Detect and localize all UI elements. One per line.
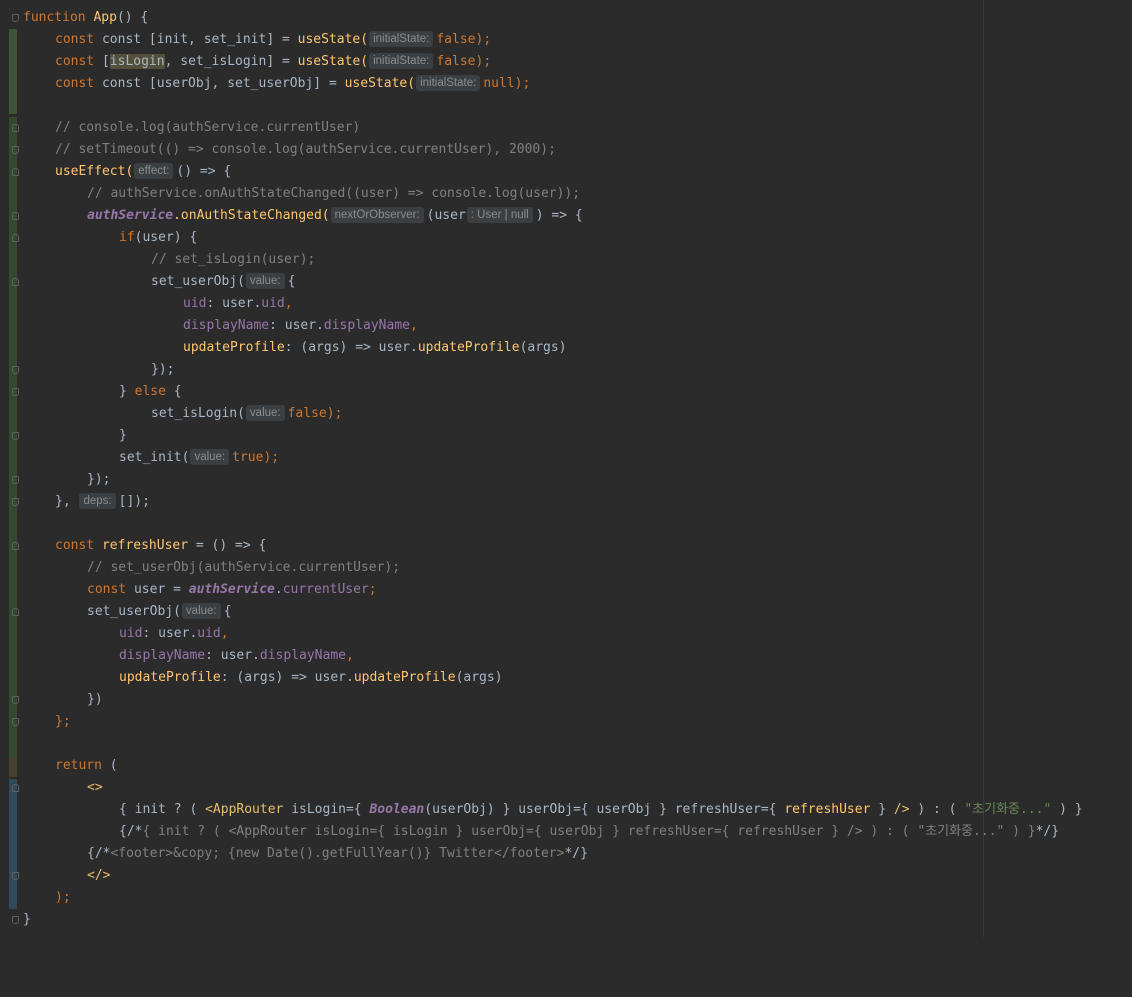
parameter-hint: initialState: — [369, 53, 434, 69]
code-line[interactable]: uid: user.uid, — [0, 293, 293, 315]
code-line[interactable]: if(user) { — [0, 227, 197, 249]
code-line[interactable]: }); — [0, 469, 110, 491]
code-line[interactable]: return ( — [0, 755, 118, 777]
parameter-hint: effect: — [134, 163, 174, 179]
code-line[interactable]: {/*{ init ? ( <AppRouter isLogin={ isLog… — [0, 821, 1059, 843]
parameter-hint: value: — [245, 405, 285, 421]
code-line[interactable]: // console.log(authService.currentUser) — [0, 117, 360, 139]
code-line[interactable]: </> — [0, 865, 110, 887]
code-line[interactable]: }); — [0, 359, 174, 381]
code-line[interactable]: function App() { — [0, 7, 148, 29]
code-line[interactable]: ); — [0, 887, 71, 909]
code-line[interactable]: set_isLogin(value: false); — [0, 403, 342, 425]
code-line[interactable]: // set_userObj(authService.currentUser); — [0, 557, 400, 579]
code-line[interactable]: }; — [0, 711, 71, 733]
fold-toggle-icon[interactable] — [12, 916, 19, 924]
code-line[interactable]: { init ? ( <AppRouter isLogin={ Boolean(… — [0, 799, 1083, 821]
code-text: useState( — [297, 32, 369, 47]
fold-toggle-icon[interactable] — [12, 608, 19, 616]
code-line[interactable]: displayName: user.displayName, — [0, 645, 354, 667]
fold-toggle-icon[interactable] — [12, 234, 19, 242]
code-line[interactable]: // authService.onAuthStateChanged((user)… — [0, 183, 580, 205]
code-text: const [init, set_init] = — [101, 32, 298, 47]
code-line[interactable]: const [isLogin, set_isLogin] = useState(… — [0, 51, 491, 73]
code-line[interactable]: } — [0, 425, 127, 447]
highlighted-identifier[interactable]: isLogin — [109, 54, 165, 69]
parameter-hint: deps: — [79, 493, 116, 509]
code-line[interactable]: updateProfile: (args) => user.updateProf… — [0, 337, 567, 359]
fold-toggle-icon[interactable] — [12, 168, 19, 176]
fold-toggle-icon[interactable] — [12, 476, 19, 484]
code-line[interactable]: authService.onAuthStateChanged(nextOrObs… — [0, 205, 583, 227]
code-line[interactable]: const user = authService.currentUser; — [0, 579, 377, 601]
comment: { init ? ( <AppRouter isLogin={ isLogin … — [142, 824, 1036, 839]
fold-toggle-icon[interactable] — [12, 124, 19, 132]
fold-toggle-icon[interactable] — [12, 366, 19, 374]
comment: // setTimeout(() => console.log(authServ… — [55, 142, 556, 157]
code-line[interactable]: {/*<footer>&copy; {new Date().getFullYea… — [0, 843, 588, 865]
code-editor[interactable]: function App() { const const [init, set_… — [0, 0, 1132, 937]
comment: // authService.onAuthStateChanged((user)… — [87, 186, 581, 201]
code-line[interactable]: } else { — [0, 381, 182, 403]
code-line[interactable]: displayName: user.displayName, — [0, 315, 418, 337]
fold-toggle-icon[interactable] — [12, 146, 19, 154]
parameter-hint: nextOrObserver: — [330, 207, 424, 223]
parameter-hint: value: — [190, 449, 230, 465]
code-line[interactable]: // set_isLogin(user); — [0, 249, 315, 271]
fold-toggle-icon[interactable] — [12, 542, 19, 550]
code-line[interactable]: // setTimeout(() => console.log(authServ… — [0, 139, 556, 161]
fold-toggle-icon[interactable] — [12, 718, 19, 726]
type-hint: : User | null — [466, 207, 533, 223]
fold-toggle-icon[interactable] — [12, 278, 19, 286]
fold-toggle-icon[interactable] — [12, 212, 19, 220]
comment: // set_isLogin(user); — [151, 252, 316, 267]
comment: // set_userObj(authService.currentUser); — [87, 560, 401, 575]
code-line[interactable]: set_userObj(value:{ — [0, 271, 295, 293]
function-name: App — [93, 10, 117, 25]
parameter-hint: value: — [181, 603, 221, 619]
code-line[interactable]: set_init(value: true); — [0, 447, 279, 469]
code-text: false — [436, 32, 476, 47]
code-line[interactable]: }, deps: []); — [0, 491, 150, 513]
code-line[interactable]: const const [init, set_init] = useState(… — [0, 29, 491, 51]
fold-toggle-icon[interactable] — [12, 432, 19, 440]
code-line[interactable]: const const [userObj, set_userObj] = use… — [0, 73, 530, 95]
code-line[interactable]: uid: user.uid, — [0, 623, 229, 645]
comment: <footer>&copy; {new Date().getFullYear()… — [110, 846, 565, 861]
fold-toggle-icon[interactable] — [12, 14, 19, 22]
fold-toggle-icon[interactable] — [12, 696, 19, 704]
fold-toggle-icon[interactable] — [12, 872, 19, 880]
keyword-function: function — [23, 10, 94, 25]
code-line[interactable]: const refreshUser = () => { — [0, 535, 266, 557]
right-margin-guide — [983, 0, 984, 937]
code-line[interactable]: updateProfile: (args) => user.updateProf… — [0, 667, 503, 689]
code-line[interactable]: set_userObj(value:{ — [0, 601, 231, 623]
code-line[interactable]: <> — [0, 777, 103, 799]
parameter-hint: initialState: — [369, 31, 434, 47]
fold-toggle-icon[interactable] — [12, 498, 19, 506]
fold-toggle-icon[interactable] — [12, 388, 19, 396]
fold-toggle-icon[interactable] — [12, 784, 19, 792]
code-line[interactable]: }) — [0, 689, 103, 711]
parameter-hint: initialState: — [416, 75, 481, 91]
code-line[interactable]: } — [0, 909, 47, 931]
parameter-hint: value: — [245, 273, 285, 289]
comment: // console.log(authService.currentUser) — [55, 120, 361, 135]
code-line[interactable]: useEffect(effect:() => { — [0, 161, 231, 183]
